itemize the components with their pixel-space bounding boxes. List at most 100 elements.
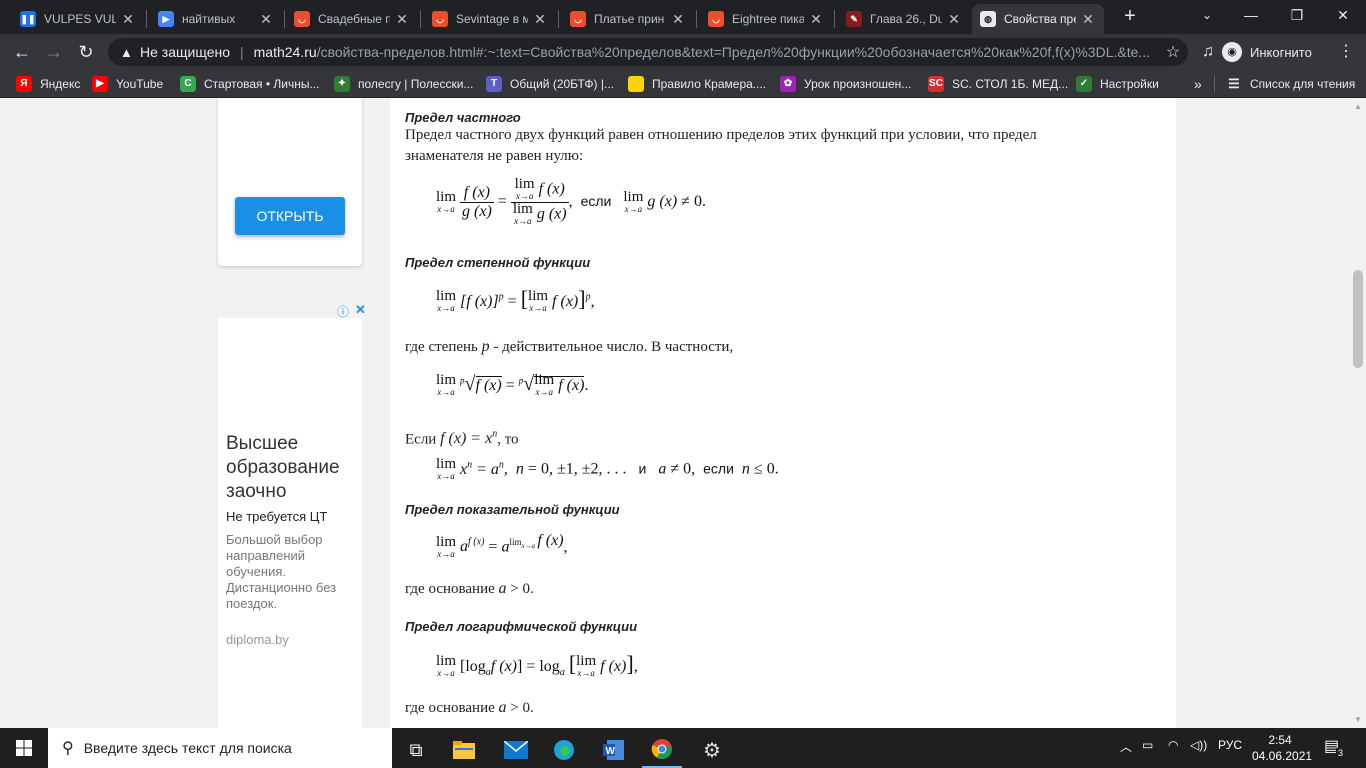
edge-icon[interactable] (544, 732, 584, 768)
clock[interactable]: 2:54 04.06.2021 (1252, 732, 1312, 764)
svg-text:W: W (606, 746, 616, 757)
ad-domain[interactable]: diploma.by (226, 632, 289, 647)
clock-time: 2:54 (1268, 733, 1292, 747)
browser-tab[interactable]: ❚❚ VULPES VULT! ✕ (12, 4, 144, 34)
browser-tab[interactable]: ✎ Глава 26., Dun ✕ (838, 4, 970, 34)
battery-icon[interactable]: ▭ (1142, 738, 1153, 752)
forward-icon[interactable]: → (42, 40, 66, 64)
bookmark-favicon-icon: ✓ (1076, 76, 1092, 92)
browser-tab[interactable]: ◡ Sevintage в м ✕ (424, 4, 556, 34)
close-tab-icon[interactable]: ✕ (670, 11, 686, 28)
power-where-text: где степень (405, 339, 478, 355)
browser-tab[interactable]: ▶ найтивых ✕ (150, 4, 282, 34)
bookmark-item[interactable]: ✓ Настройки (1076, 75, 1159, 93)
bookmark-item[interactable]: Я Яндекс (16, 75, 80, 93)
tab-search-icon[interactable]: ⌄ (1184, 0, 1230, 32)
bookmark-item[interactable]: SC SC. СТОЛ 1Б. МЕД... (928, 75, 1068, 93)
close-tab-icon[interactable]: ✕ (808, 11, 824, 28)
browser-tab[interactable]: ◡ Свадебные п ✕ (286, 4, 418, 34)
heading-log-limit: Предел логарифмической функции (405, 619, 638, 634)
scroll-down-icon[interactable]: ▼ (1354, 715, 1362, 724)
bookmark-favicon-icon: ▶ (92, 76, 108, 92)
reading-list-button[interactable]: ☰ Список для чтения (1226, 75, 1355, 93)
bookmark-item[interactable]: ▶ YouTube (92, 75, 163, 93)
new-tab-button[interactable]: + (1118, 5, 1142, 29)
scrollbar-thumb[interactable] (1353, 270, 1363, 368)
close-tab-icon[interactable]: ✕ (1080, 11, 1096, 28)
show-hidden-icons[interactable]: ︿ (1120, 738, 1132, 755)
browser-tab[interactable]: ◍ Свойства пре ✕ (972, 4, 1104, 34)
tab-title: найтивых (182, 12, 236, 26)
and-word: и (638, 460, 647, 477)
settings-gear-icon[interactable]: ⚙ (692, 732, 732, 768)
paragraph-log-base: где основание a > 0. (405, 699, 534, 716)
tab-title: Sevintage в м (456, 12, 528, 26)
back-icon[interactable]: ← (10, 40, 34, 64)
word-icon[interactable]: W (594, 732, 634, 768)
incognito-indicator[interactable]: ◉ Инкогнито (1222, 39, 1312, 65)
ad-description: Большой выбор направлений обучения. Дист… (226, 532, 337, 611)
ad-title[interactable]: Высшее образование заочно (226, 432, 362, 504)
incognito-label: Инкогнито (1250, 44, 1312, 60)
language-indicator[interactable]: РУС (1218, 738, 1242, 752)
ad-info-icon[interactable]: ⓘ (337, 303, 349, 320)
reading-list-icon: ☰ (1228, 76, 1240, 91)
log-base-text: где основание (405, 700, 495, 716)
close-tab-icon[interactable]: ✕ (120, 11, 136, 28)
close-window-button[interactable]: ✕ (1320, 0, 1366, 32)
if-word-2: если (703, 460, 734, 477)
taskbar-search-box[interactable]: ⚲ Введите здесь текст для поиска (48, 728, 392, 768)
formula-log: lim x→a [logaf (x)] = loga [lim x→a f (x)]… (436, 651, 638, 679)
ad-card (218, 98, 362, 266)
bookmark-item[interactable]: C Стартовая • Личны... (180, 75, 320, 93)
menu-icon[interactable]: ⋮ (1334, 40, 1358, 64)
bookmark-star-icon[interactable]: ☆ (1158, 42, 1188, 62)
close-tab-icon[interactable]: ✕ (532, 11, 548, 28)
browser-tab[interactable]: ◡ Платье прин ✕ (562, 4, 694, 34)
bookmark-label: SC. СТОЛ 1Б. МЕД... (952, 77, 1069, 91)
ad-subtitle: Не требуется ЦТ (226, 509, 328, 524)
bookmark-favicon-icon: ✿ (780, 76, 796, 92)
task-view-icon[interactable]: ⧉ (396, 732, 436, 768)
formula-quotient: lim x→a f (x) g (x) = lim x→a f (x) lim x→a g… (436, 176, 706, 227)
bookmark-favicon-icon: ⚡ (628, 76, 644, 92)
exp-base-text: где основание (405, 581, 495, 597)
shop-icon: ◡ (708, 11, 724, 27)
reload-icon[interactable]: ↻ (74, 40, 98, 64)
windows-taskbar: ⚲ Введите здесь текст для поиска ⧉ W ⚙ ︿… (0, 728, 1366, 768)
page-scrollbar[interactable]: ▲ ▼ (1350, 98, 1366, 728)
close-tab-icon[interactable]: ✕ (394, 11, 410, 28)
address-bar[interactable]: ▲ Не защищено | math24.ru /свойства-пред… (108, 38, 1188, 66)
search-placeholder: Введите здесь текст для поиска (83, 740, 292, 756)
bookmark-label: Правило Крамера.... (652, 77, 767, 91)
bookmark-favicon-icon: ✦ (334, 76, 350, 92)
bookmark-item[interactable]: ✿ Урок произношен... (780, 75, 911, 93)
start-button[interactable] (0, 728, 48, 768)
shop-icon: ◡ (294, 11, 310, 27)
ad-close-icon[interactable]: ✕ (355, 302, 366, 318)
bookmark-item[interactable]: ⚡ Правило Крамера.... (628, 75, 766, 93)
more-bookmarks-icon[interactable]: » (1194, 75, 1202, 93)
then-text: , то (497, 431, 519, 448)
bookmarks-divider (1214, 75, 1215, 93)
bookmark-item[interactable]: T Общий (20БТФ) |... (486, 75, 614, 93)
browser-tab[interactable]: ◡ Eightree пика ✕ (700, 4, 832, 34)
close-tab-icon[interactable]: ✕ (258, 11, 274, 28)
scroll-up-icon[interactable]: ▲ (1354, 102, 1362, 111)
close-tab-icon[interactable]: ✕ (946, 11, 962, 28)
chrome-icon[interactable] (642, 732, 682, 768)
wifi-icon[interactable]: ◠ (1168, 738, 1178, 752)
url-host: math24.ru (253, 44, 317, 60)
media-control-icon[interactable]: ♫ (1196, 40, 1220, 64)
minimize-button[interactable]: — (1228, 0, 1274, 32)
tab-strip: ❚❚ VULPES VULT! ✕ ▶ найтивых ✕ ◡ Свадебные п ✕ ◡ S… (0, 0, 1366, 34)
volume-icon[interactable]: ◁)) (1190, 738, 1207, 752)
bookmark-item[interactable]: ✦ полесгу | Полесски... (334, 75, 473, 93)
bookmark-favicon-icon: Я (16, 76, 32, 92)
bookmark-favicon-icon: C (180, 76, 196, 92)
restore-button[interactable]: ❐ (1274, 0, 1320, 32)
file-explorer-icon[interactable] (444, 732, 484, 768)
if-word: если (580, 193, 612, 210)
mail-icon[interactable] (496, 732, 536, 768)
open-ad-button[interactable]: ОТКРЫТЬ (235, 197, 345, 235)
